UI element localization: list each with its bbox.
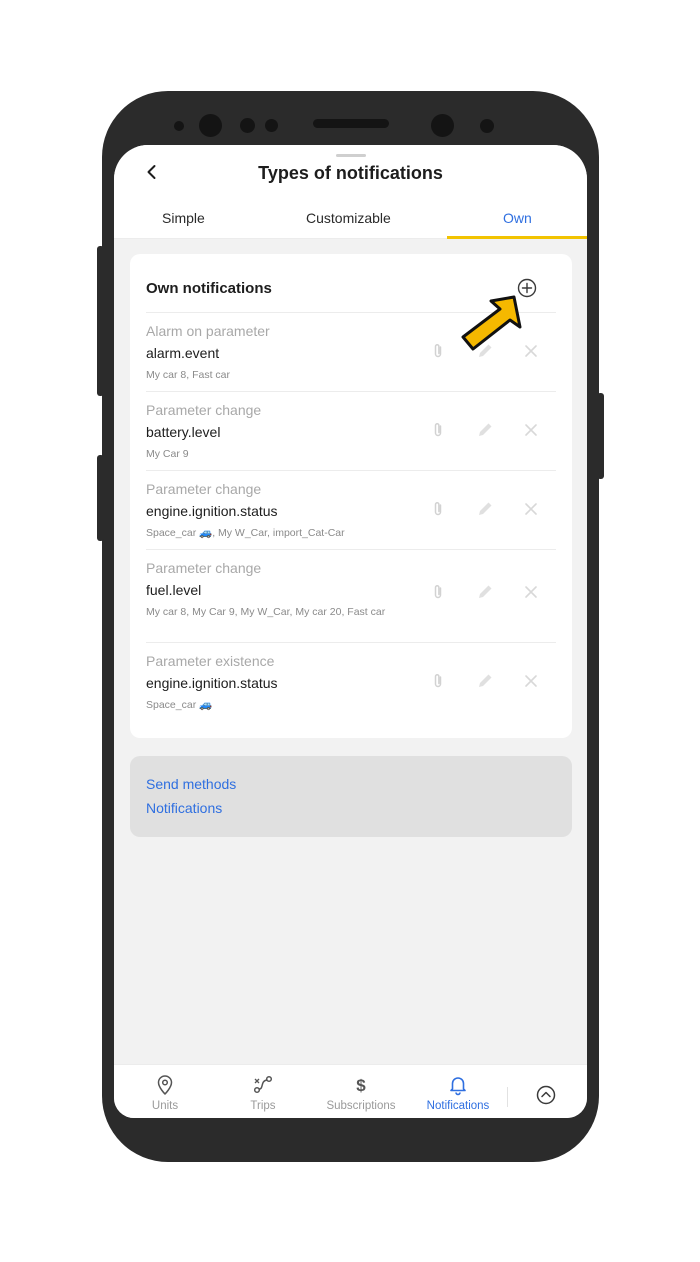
notification-units: My car 8, My Car 9, My W_Car, My car 20,… xyxy=(146,606,386,618)
tab-bar: Simple Customizable Own xyxy=(114,199,587,239)
svg-text:$: $ xyxy=(356,1076,366,1095)
pointer-arrow-icon xyxy=(461,295,522,351)
close-icon[interactable] xyxy=(522,583,540,601)
card-title: Own notifications xyxy=(146,280,272,297)
nav-divider xyxy=(507,1087,508,1107)
nav-label-subscriptions: Subscriptions xyxy=(326,1100,396,1112)
row-divider xyxy=(146,549,556,550)
notification-parameter: engine.ignition.status xyxy=(146,675,278,691)
row-divider xyxy=(146,642,556,643)
links-card: Send methods Notifications xyxy=(130,756,572,837)
phone-side-button xyxy=(97,246,104,396)
notification-parameter: battery.level xyxy=(146,424,221,440)
close-icon[interactable] xyxy=(522,500,540,518)
close-icon[interactable] xyxy=(522,672,540,690)
row-divider xyxy=(146,470,556,471)
notification-type: Parameter existence xyxy=(146,653,275,669)
phone-side-button xyxy=(97,455,104,541)
app-header: Types of notifications xyxy=(114,145,587,199)
send-methods-link[interactable]: Send methods xyxy=(146,776,236,792)
notification-type: Alarm on parameter xyxy=(146,323,270,339)
nav-item-subscriptions[interactable]: $ Subscriptions xyxy=(312,1065,410,1118)
phone-sensor xyxy=(480,119,494,133)
notification-units: My car 8, Fast car xyxy=(146,369,231,381)
paperclip-icon[interactable] xyxy=(429,672,447,690)
active-tab-indicator xyxy=(447,236,587,239)
bottom-nav: Units Trips $ Subscriptions Notification… xyxy=(114,1064,587,1118)
notification-parameter: fuel.level xyxy=(146,582,202,598)
nav-item-trips[interactable]: Trips xyxy=(214,1065,312,1118)
map-pin-icon xyxy=(157,1075,173,1096)
notification-units: Space_car 🚙, My W_Car, import_Cat-Car xyxy=(146,527,345,539)
phone-side-button xyxy=(597,393,604,479)
dollar-icon: $ xyxy=(356,1076,366,1095)
notifications-link[interactable]: Notifications xyxy=(146,800,222,816)
pencil-icon[interactable] xyxy=(476,500,494,518)
chevron-up-circle-icon[interactable] xyxy=(535,1084,557,1106)
paperclip-icon[interactable] xyxy=(429,500,447,518)
route-icon xyxy=(253,1075,273,1094)
pencil-icon[interactable] xyxy=(476,672,494,690)
nav-label-notifications: Notifications xyxy=(426,1100,490,1112)
nav-label-units: Units xyxy=(151,1100,179,1112)
pencil-icon[interactable] xyxy=(476,583,494,601)
notification-parameter: engine.ignition.status xyxy=(146,503,278,519)
bell-icon xyxy=(450,1077,466,1096)
phone-front-camera xyxy=(431,114,454,137)
tab-own[interactable]: Own xyxy=(503,210,532,226)
pencil-icon[interactable] xyxy=(476,421,494,439)
paperclip-icon[interactable] xyxy=(429,342,447,360)
paperclip-icon[interactable] xyxy=(429,421,447,439)
phone-sensor xyxy=(240,118,255,133)
phone-sensor xyxy=(174,121,184,131)
notification-units: My Car 9 xyxy=(146,448,189,460)
notification-type: Parameter change xyxy=(146,481,262,497)
nav-item-notifications[interactable]: Notifications xyxy=(409,1065,507,1118)
phone-camera xyxy=(199,114,222,137)
page-title: Types of notifications xyxy=(258,163,443,183)
sheet-grabber xyxy=(336,154,366,157)
paperclip-icon[interactable] xyxy=(429,583,447,601)
phone-speaker xyxy=(313,119,389,128)
row-divider xyxy=(146,391,556,392)
phone-sensor xyxy=(265,119,278,132)
notification-units: Space_car 🚙 xyxy=(146,699,213,711)
close-icon[interactable] xyxy=(522,421,540,439)
nav-label-trips: Trips xyxy=(250,1100,276,1112)
notification-parameter: alarm.event xyxy=(146,345,220,361)
tab-simple[interactable]: Simple xyxy=(162,210,205,226)
notification-type: Parameter change xyxy=(146,402,262,418)
tab-customizable[interactable]: Customizable xyxy=(306,210,391,226)
notification-type: Parameter change xyxy=(146,560,262,576)
nav-item-units[interactable]: Units xyxy=(116,1065,214,1118)
app-screen: Types of notifications Simple Customizab… xyxy=(114,145,587,1118)
